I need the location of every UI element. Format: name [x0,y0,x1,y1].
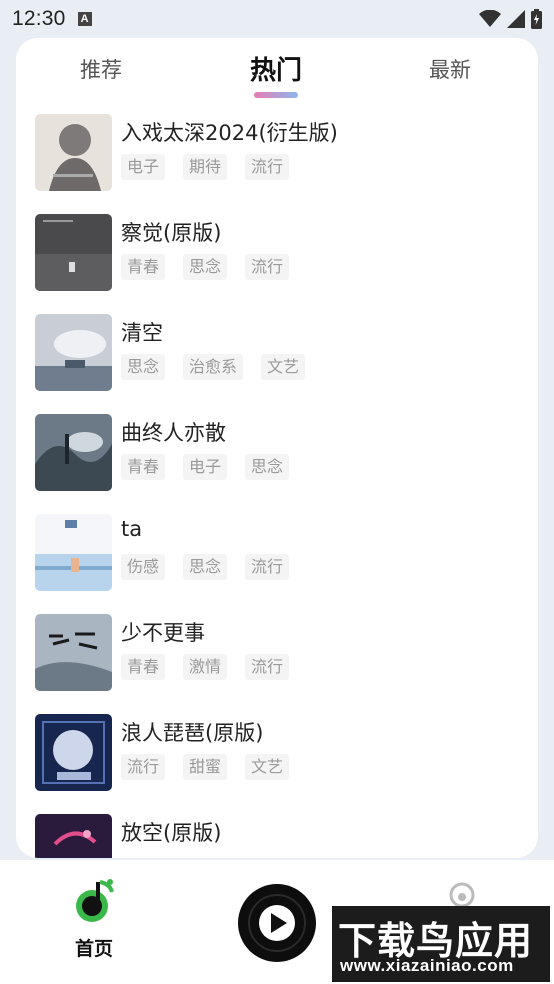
status-icons [479,9,542,29]
category-tabs: 推荐 热门 最新 [16,38,538,108]
song-tag: 青春 [121,654,166,680]
song-tags: 青春 思念 流行 [121,254,290,280]
song-tags: 流行 甜蜜 文艺 [121,754,290,780]
song-cover-image [35,314,112,391]
play-button[interactable] [238,884,316,962]
song-tags: 伤感 思念 流行 [121,554,290,580]
song-tag: 治愈系 [183,354,244,380]
status-time: 12:30 [12,7,66,30]
song-title: 曲终人亦散 [121,421,226,445]
song-item[interactable]: 察觉(原版) 青春 思念 流行 [16,211,538,311]
song-cover-image [35,714,112,791]
watermark-url: www.xiazainiao.com [340,956,514,975]
song-tag: 思念 [183,254,228,280]
song-tag: 期待 [183,154,228,180]
song-tags: 电子 期待 流行 [121,154,290,180]
song-title: 清空 [121,321,163,345]
song-tag: 思念 [245,454,290,480]
song-tag: 伤感 [121,554,166,580]
vinyl-record-icon [238,884,316,962]
song-item[interactable]: 曲终人亦散 青春 电子 思念 [16,411,538,511]
song-cover-image [35,114,112,191]
song-list-card: 推荐 热门 最新 入戏太深2024(衍生版) 电子 期待 流行 察觉(原版) 青… [16,38,538,858]
music-note-home-icon [76,879,114,922]
song-tag: 电子 [121,154,166,180]
song-tag: 思念 [121,354,166,380]
song-tag: 流行 [245,554,290,580]
song-title: ta [121,517,143,541]
song-tags: 思念 治愈系 文艺 [121,354,306,380]
song-cover-image [35,814,112,858]
song-item[interactable]: 少不更事 青春 激情 流行 [16,611,538,711]
watermark: 下载鸟应用 www.xiazainiao.com [332,906,550,982]
song-item[interactable]: 入戏太深2024(衍生版) 电子 期待 流行 [16,111,538,211]
signal-icon [507,10,525,28]
battery-icon [531,9,542,29]
song-item[interactable]: 放空(原版) [16,811,538,858]
song-item[interactable]: ta 伤感 思念 流行 [16,511,538,611]
song-cover-image [35,414,112,491]
song-tags: 青春 激情 流行 [121,654,290,680]
song-tag: 流行 [245,154,290,180]
song-title: 入戏太深2024(衍生版) [121,121,338,145]
status-bar: 12:30 A [0,0,554,38]
song-tag: 文艺 [245,754,290,780]
tab-recommended[interactable]: 推荐 [80,54,122,84]
song-tags: 青春 电子 思念 [121,454,290,480]
song-tag: 流行 [245,654,290,680]
song-cover-image [35,514,112,591]
song-tag: 青春 [121,254,166,280]
wifi-icon [479,10,501,27]
song-tag: 电子 [183,454,228,480]
nav-home-label: 首页 [74,938,113,960]
song-tag: 文艺 [261,354,306,380]
notification-a-icon: A [77,12,92,26]
song-title: 少不更事 [121,621,205,645]
song-tag: 甜蜜 [183,754,228,780]
song-item[interactable]: 清空 思念 治愈系 文艺 [16,311,538,411]
song-tag: 青春 [121,454,166,480]
tab-indicator [254,92,298,98]
tab-hot[interactable]: 热门 [250,50,302,87]
song-title: 放空(原版) [121,821,222,845]
tab-latest[interactable]: 最新 [429,54,471,84]
nav-home[interactable]: 首页 [54,878,134,961]
song-title: 浪人琵琶(原版) [121,721,264,745]
song-tag: 思念 [183,554,228,580]
song-tag: 流行 [245,254,290,280]
song-cover-image [35,214,112,291]
song-title: 察觉(原版) [121,221,222,245]
song-tag: 激情 [183,654,228,680]
song-tag: 流行 [121,754,166,780]
song-cover-image [35,614,112,691]
song-item[interactable]: 浪人琵琶(原版) 流行 甜蜜 文艺 [16,711,538,811]
